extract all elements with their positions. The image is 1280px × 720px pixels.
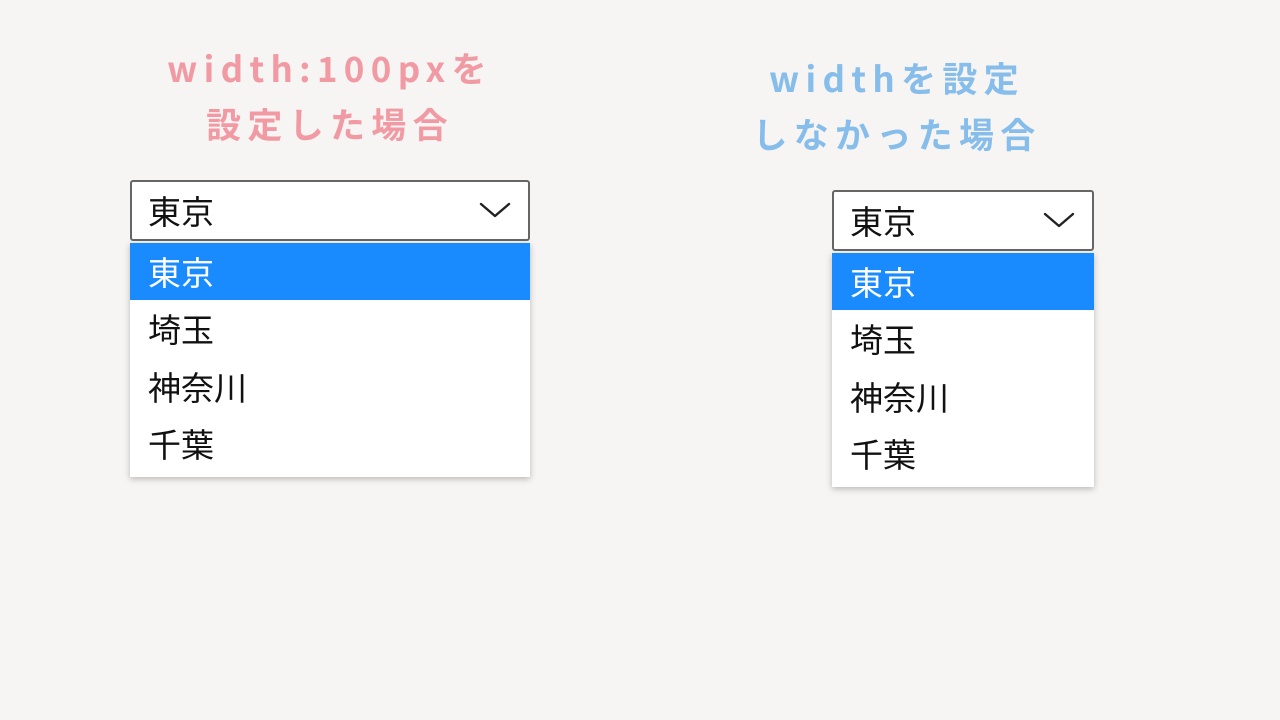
option-right-1[interactable]: 埼玉 [832, 310, 1094, 368]
select-box-left[interactable]: 東京 [130, 180, 530, 241]
select-box-right[interactable]: 東京 [832, 190, 1094, 251]
option-right-0[interactable]: 東京 [832, 253, 1094, 311]
chevron-down-icon [1042, 210, 1076, 230]
example-right: widthを設定 しなかった場合 東京 東京 埼玉 神奈川 千葉 [700, 50, 1094, 487]
option-left-0[interactable]: 東京 [130, 243, 530, 301]
select-value-right: 東京 [850, 198, 916, 243]
select-value-left: 東京 [148, 188, 214, 233]
chevron-down-icon [478, 200, 512, 220]
heading-left: width:100pxを 設定した場合 [130, 40, 530, 152]
example-left: width:100pxを 設定した場合 東京 東京 埼玉 神奈川 千葉 [130, 40, 530, 477]
option-left-2[interactable]: 神奈川 [130, 358, 530, 416]
select-container-right: 東京 東京 埼玉 神奈川 千葉 [832, 190, 1094, 487]
dropdown-left: 東京 埼玉 神奈川 千葉 [130, 243, 530, 477]
heading-right: widthを設定 しなかった場合 [700, 50, 1094, 162]
option-right-3[interactable]: 千葉 [832, 425, 1094, 483]
dropdown-right: 東京 埼玉 神奈川 千葉 [832, 253, 1094, 487]
option-right-2[interactable]: 神奈川 [832, 368, 1094, 426]
select-container-left: 東京 東京 埼玉 神奈川 千葉 [130, 180, 530, 477]
option-left-3[interactable]: 千葉 [130, 415, 530, 473]
option-left-1[interactable]: 埼玉 [130, 300, 530, 358]
